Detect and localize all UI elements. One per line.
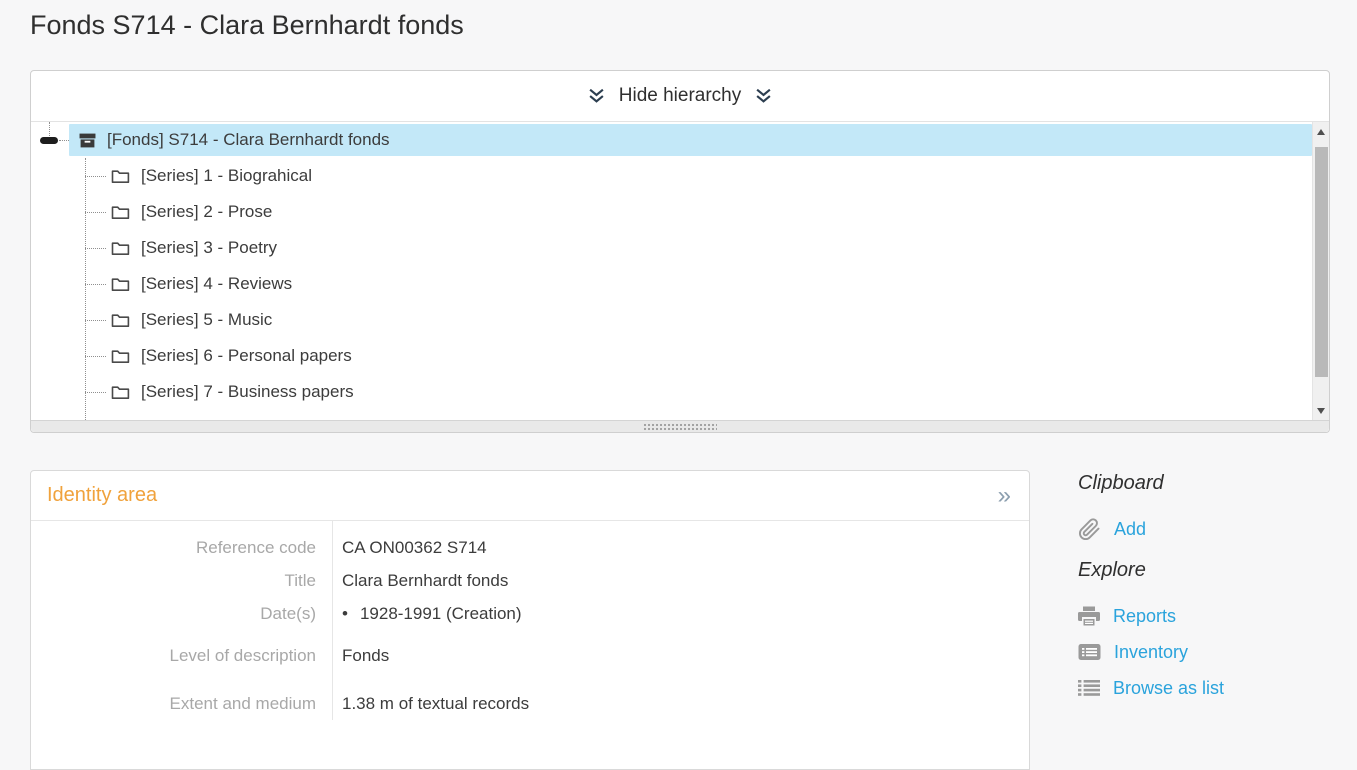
tree-row-label: [Series] 6 - Personal papers	[141, 346, 352, 366]
tree-row-series-6[interactable]: [Series] 6 - Personal papers	[31, 338, 1312, 374]
scroll-up-button[interactable]	[1313, 122, 1329, 142]
link-label: Browse as list	[1113, 678, 1224, 699]
folder-icon	[111, 313, 130, 328]
field-value: 1.38 m of textual records	[342, 693, 529, 714]
card-list-icon	[1078, 643, 1101, 661]
hierarchy-tree: [Fonds] S714 - Clara Bernhardt fonds [Se…	[31, 121, 1329, 420]
folder-icon	[111, 277, 130, 292]
tree-row-label: [Fonds] S714 - Clara Bernhardt fonds	[107, 130, 390, 150]
folder-icon	[111, 349, 130, 364]
chevron-double-down-icon	[755, 87, 772, 104]
triangle-down-icon	[1317, 408, 1325, 414]
printer-icon	[1078, 606, 1100, 626]
field-label: Title	[31, 570, 316, 591]
identity-area-header: Identity area »	[31, 471, 1029, 521]
reports-link[interactable]: Reports	[1078, 598, 1348, 634]
hierarchy-panel: Hide hierarchy [Fonds] S714 - Clara Bern	[30, 70, 1330, 433]
identity-area-body: Reference code CA ON00362 S714 Title Cla…	[31, 521, 1029, 720]
field-value: Fonds	[342, 645, 389, 666]
tree-row-fonds-selection[interactable]: [Fonds] S714 - Clara Bernhardt fonds	[69, 124, 1312, 156]
browse-as-list-link[interactable]: Browse as list	[1078, 670, 1348, 706]
context-sidebar: Clipboard Add Explore Reports Inventory	[1078, 470, 1348, 706]
tree-row-series-5[interactable]: [Series] 5 - Music	[31, 302, 1312, 338]
field-row-extent-and-medium: Extent and medium 1.38 m of textual reco…	[31, 687, 1029, 720]
link-label: Reports	[1113, 606, 1176, 627]
clipboard-add-link[interactable]: Add	[1078, 511, 1348, 547]
page: { "colors": { "accent_orange": "#f0a23c"…	[0, 0, 1357, 717]
archive-box-icon	[79, 132, 96, 149]
tree-scrollbar[interactable]	[1312, 122, 1329, 420]
scroll-down-button[interactable]	[1313, 400, 1329, 420]
folder-icon	[111, 205, 130, 220]
tree-row-label: [Series] 5 - Music	[141, 310, 272, 330]
scrollbar-thumb[interactable]	[1315, 147, 1328, 377]
folder-icon	[111, 169, 130, 184]
field-value: Clara Bernhardt fonds	[342, 570, 508, 591]
folder-icon	[111, 385, 130, 400]
clipboard-heading: Clipboard	[1078, 472, 1348, 495]
tree-list: [Fonds] S714 - Clara Bernhardt fonds [Se…	[31, 122, 1312, 420]
field-value: CA ON00362 S714	[342, 537, 487, 558]
tree-row-label: [Series] 7 - Business papers	[141, 382, 354, 402]
field-row-dates: Date(s) 1928-1991 (Creation)	[31, 597, 1029, 630]
identity-area-card: Identity area » Reference code CA ON0036…	[30, 470, 1030, 770]
grip-dots-icon	[643, 423, 717, 431]
label-value-divider	[332, 521, 333, 720]
inventory-link[interactable]: Inventory	[1078, 634, 1348, 670]
tree-row-series-4[interactable]: [Series] 4 - Reviews	[31, 266, 1312, 302]
paperclip-icon	[1078, 518, 1101, 541]
field-value: 1928-1991 (Creation)	[342, 603, 522, 624]
chevron-double-right-icon[interactable]: »	[998, 486, 1011, 506]
field-row-level-of-description: Level of description Fonds	[31, 639, 1029, 672]
field-row-reference-code: Reference code CA ON00362 S714	[31, 531, 1029, 564]
tree-row-series-3[interactable]: [Series] 3 - Poetry	[31, 230, 1312, 266]
field-label: Date(s)	[31, 603, 316, 624]
hide-hierarchy-label: Hide hierarchy	[619, 85, 742, 107]
chevron-double-down-icon	[588, 87, 605, 104]
field-label: Extent and medium	[31, 693, 316, 714]
tree-row-series-8-partial[interactable]: [Series] 8 - Publications	[31, 410, 1312, 420]
field-label: Level of description	[31, 645, 316, 666]
folder-icon	[111, 241, 130, 256]
page-title: Fonds S714 - Clara Bernhardt fonds	[30, 10, 464, 41]
tree-row-series-2[interactable]: [Series] 2 - Prose	[31, 194, 1312, 230]
field-label: Reference code	[31, 537, 316, 558]
tree-row-label: [Series] 2 - Prose	[141, 202, 272, 222]
explore-heading: Explore	[1078, 559, 1348, 582]
tree-row-fonds[interactable]: [Fonds] S714 - Clara Bernhardt fonds	[31, 122, 1312, 158]
triangle-up-icon	[1317, 129, 1325, 135]
hide-hierarchy-toggle[interactable]: Hide hierarchy	[31, 71, 1329, 120]
tree-row-label: [Series] 4 - Reviews	[141, 274, 292, 294]
tree-row-label: [Series] 1 - Biograhical	[141, 166, 312, 186]
link-label: Inventory	[1114, 642, 1188, 663]
link-label: Add	[1114, 519, 1146, 540]
tree-row-series-1[interactable]: [Series] 1 - Biograhical	[31, 158, 1312, 194]
tree-row-label: [Series] 3 - Poetry	[141, 238, 277, 258]
list-icon	[1078, 679, 1100, 697]
tree-resize-handle[interactable]	[31, 420, 1329, 432]
tree-row-series-7[interactable]: [Series] 7 - Business papers	[31, 374, 1312, 410]
section-title: Identity area	[47, 484, 157, 507]
field-row-title: Title Clara Bernhardt fonds	[31, 564, 1029, 597]
